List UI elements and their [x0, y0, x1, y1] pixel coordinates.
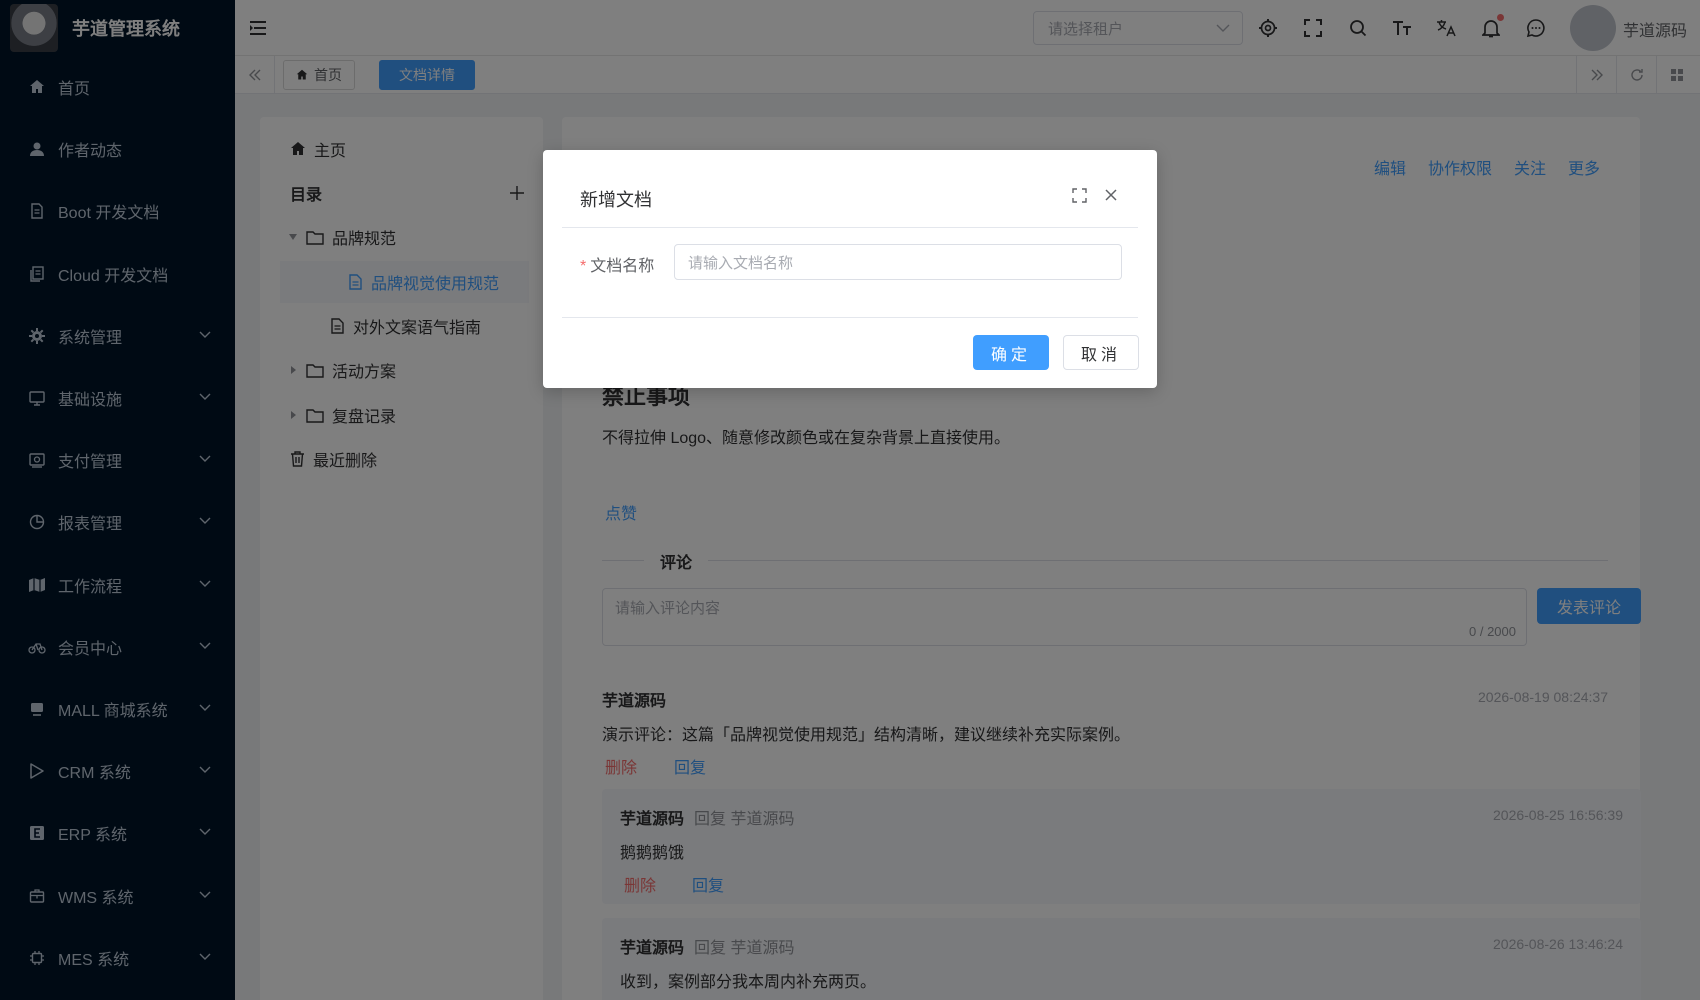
- cancel-button[interactable]: 取消: [1063, 335, 1139, 370]
- new-doc-dialog: 新增文档 * 文档名称 请输入文档名称 确定 取消: [543, 150, 1157, 388]
- fullscreen-icon[interactable]: [1072, 188, 1087, 203]
- required-mark: *: [580, 258, 587, 275]
- dialog-header-divider: [562, 227, 1138, 228]
- dialog-title: 新增文档: [580, 190, 652, 210]
- close-icon[interactable]: [1104, 188, 1118, 202]
- doc-name-placeholder: 请输入文档名称: [688, 254, 794, 272]
- doc-name-input[interactable]: 请输入文档名称: [674, 244, 1122, 280]
- dialog-footer-divider: [562, 317, 1138, 318]
- confirm-button[interactable]: 确定: [973, 335, 1049, 370]
- doc-name-label: * 文档名称: [580, 252, 654, 276]
- doc-name-label-text: 文档名称: [590, 258, 655, 275]
